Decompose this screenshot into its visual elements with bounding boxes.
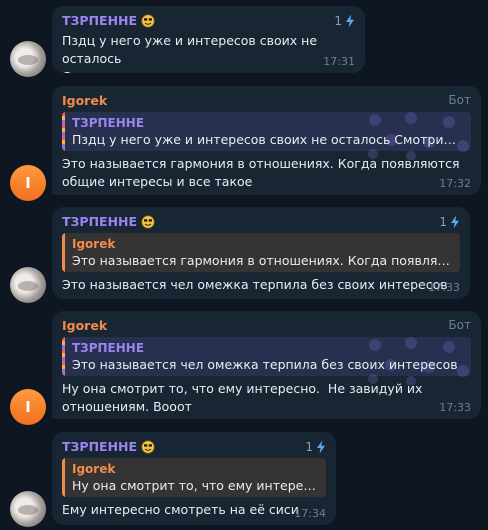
reply-quote[interactable]: Igorek Это называется гармония в отношен… [62,233,460,272]
avatar-igorek[interactable]: I [10,165,46,201]
bot-badge: Бот [448,93,471,107]
message-text: Ему интересно смотреть на её сиси [62,502,299,517]
sender-name-text: Igorek [62,93,108,108]
avatar-tzrpenne[interactable] [10,491,46,527]
boost-indicator[interactable]: 1 [439,213,460,230]
smiling-face-emoji-icon [141,14,155,28]
sender-name[interactable]: Igorek [62,92,471,109]
message-text: Пздц у него уже и интересов своих не ост… [62,33,318,73]
message-text: Это называется гармония в отношениях. Ко… [62,156,460,189]
bot-badge: Бот [448,318,471,332]
sender-name-text: Igorek [62,318,108,333]
boost-count: 1 [334,13,342,28]
boost-indicator[interactable]: 1 [305,438,326,455]
sender-name[interactable]: ТЗРПЕННЕ [62,438,326,455]
lightning-boost-icon [345,14,355,28]
lightning-boost-icon [450,215,460,229]
sender-name[interactable]: ТЗРПЕННЕ [62,213,460,230]
message-time: 17:33 [439,401,471,414]
message-time: 17:31 [323,55,355,68]
reply-sender: Igorek [72,237,116,251]
reply-sender: Igorek [72,462,116,476]
sender-name[interactable]: Igorek [62,317,471,334]
reply-sender: ТЗРПЕННЕ [72,341,145,355]
message-time: 17:32 [439,177,471,190]
message-time: 17:33 [428,281,460,294]
avatar-tzrpenne[interactable] [10,41,46,77]
message-bubble[interactable]: ТЗРПЕННЕ 1 Igorek Ну она смотрит то, что… [52,432,336,525]
message-bubble[interactable]: ТЗРПЕННЕ 1 Igorek Это называется гармони… [52,207,470,299]
avatar-igorek[interactable]: I [10,389,46,425]
reply-quote[interactable]: ТЗРПЕННЕ Это называется чел омежка терпи… [62,337,471,376]
message-text: Ну она смотрит то, что ему интересно. Не… [62,381,423,414]
reply-text: Пздц у него уже и интересов своих не ост… [72,132,463,147]
boost-count: 1 [305,439,313,454]
boost-indicator[interactable]: 1 [334,12,355,29]
reply-text: Ну она смотрит то, что ему интересн... [72,478,318,493]
reply-sender: ТЗРПЕННЕ [72,116,145,130]
message-time: 17:34 [294,507,326,520]
avatar-letter: I [25,398,31,416]
reply-quote[interactable]: ТЗРПЕННЕ Пздц у него уже и интересов сво… [62,112,471,151]
message-bubble[interactable]: Igorek Бот ТЗРПЕННЕ Это называется чел о… [52,311,481,419]
sender-name-text: ТЗРПЕННЕ [62,13,138,28]
smiling-face-emoji-icon [141,440,155,454]
reply-text: Это называется гармония в отношениях. Ко… [72,253,452,268]
sender-name[interactable]: ТЗРПЕННЕ [62,12,355,29]
lightning-boost-icon [316,440,326,454]
sender-name-text: ТЗРПЕННЕ [62,439,138,454]
message-bubble[interactable]: Igorek Бот ТЗРПЕННЕ Пздц у него уже и ин… [52,86,481,195]
smiling-face-emoji-icon [141,215,155,229]
boost-count: 1 [439,214,447,229]
reply-quote[interactable]: Igorek Ну она смотрит то, что ему интере… [62,458,326,497]
avatar-letter: I [25,174,31,192]
message-bubble[interactable]: ТЗРПЕННЕ 1 Пздц у него уже и интересов с… [52,6,365,73]
reply-text: Это называется чел омежка терпила без св… [72,357,458,372]
message-text: Это называется чел омежка терпила без св… [62,277,448,292]
avatar-tzrpenne[interactable] [10,267,46,303]
sender-name-text: ТЗРПЕННЕ [62,214,138,229]
